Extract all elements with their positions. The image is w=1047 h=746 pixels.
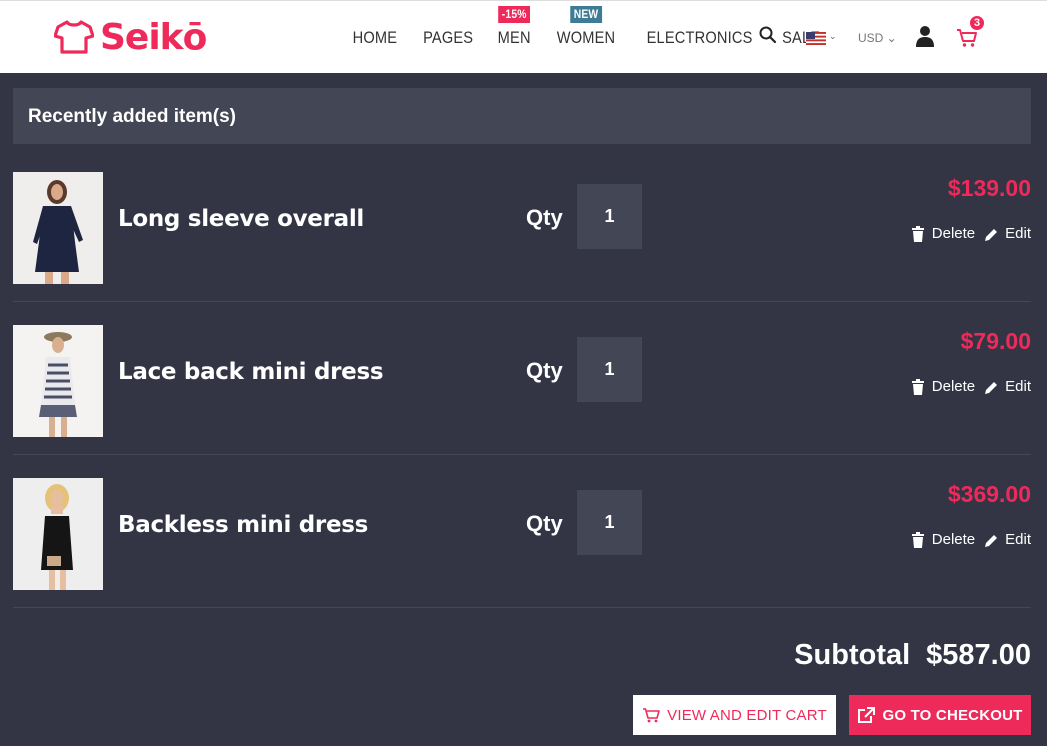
nav-men[interactable]: -15% MEN bbox=[490, 6, 538, 48]
edit-button[interactable]: Edit bbox=[984, 531, 1031, 548]
nav-electronics-label: ELECTRONICS bbox=[646, 28, 753, 47]
nav-men-label: MEN bbox=[497, 28, 531, 47]
product-photo-icon bbox=[13, 478, 103, 590]
quantity-value: 1 bbox=[604, 206, 615, 226]
search-icon[interactable] bbox=[758, 25, 778, 45]
edit-label: Edit bbox=[1005, 225, 1031, 242]
nav-home-label: HOME bbox=[352, 28, 398, 47]
delete-button[interactable]: Delete bbox=[911, 531, 975, 548]
site-header: Seikō HOME PAGES -15% MEN NEW WOMEN ELEC… bbox=[0, 0, 1047, 73]
qty-label: Qty bbox=[526, 205, 563, 230]
item-actions: Delete Edit bbox=[902, 378, 1031, 395]
logo-text: Seikō bbox=[100, 16, 207, 58]
nav-electronics[interactable]: ELECTRONICS bbox=[638, 28, 759, 48]
us-flag-icon[interactable] bbox=[806, 32, 826, 45]
trash-icon bbox=[911, 531, 924, 548]
edit-button[interactable]: Edit bbox=[984, 378, 1031, 395]
subtotal: Subtotal $587.00 bbox=[794, 639, 1031, 672]
delete-button[interactable]: Delete bbox=[911, 225, 975, 242]
delete-label: Delete bbox=[931, 378, 976, 395]
nav-women-label: WOMEN bbox=[556, 28, 615, 47]
product-name[interactable]: Lace back mini dress bbox=[118, 359, 384, 385]
nav-women[interactable]: NEW WOMEN bbox=[549, 6, 623, 48]
pencil-icon bbox=[985, 534, 998, 547]
qty-label: Qty bbox=[526, 358, 563, 383]
cart-item: Backless mini dress Qty 1 $369.00 Delete… bbox=[13, 455, 1031, 608]
product-image[interactable] bbox=[13, 172, 103, 284]
external-link-icon bbox=[858, 707, 876, 723]
qty-label: Qty bbox=[526, 511, 563, 536]
item-actions: Delete Edit bbox=[902, 225, 1031, 242]
edit-label: Edit bbox=[1005, 378, 1031, 395]
mini-cart-header: Recently added item(s) bbox=[13, 88, 1031, 144]
checkout-button[interactable]: GO TO CHECKOUT bbox=[849, 695, 1031, 735]
chevron-down-icon[interactable]: ⌄ bbox=[829, 31, 837, 42]
nav-pages[interactable]: PAGES bbox=[415, 28, 481, 48]
delete-label: Delete bbox=[931, 225, 976, 242]
product-image[interactable] bbox=[13, 325, 103, 437]
quantity-input[interactable]: 1 bbox=[577, 337, 642, 402]
pencil-icon bbox=[985, 228, 998, 241]
nav-pages-label: PAGES bbox=[422, 28, 474, 47]
currency-label: USD bbox=[858, 31, 884, 45]
mini-cart-title: Recently added item(s) bbox=[28, 106, 236, 127]
pencil-icon bbox=[985, 381, 998, 394]
subtotal-label: Subtotal bbox=[794, 639, 911, 671]
currency-selector[interactable]: USD ⌄ bbox=[858, 31, 897, 45]
product-price: $79.00 bbox=[960, 328, 1031, 354]
quantity-input[interactable]: 1 bbox=[577, 490, 642, 555]
product-price: $369.00 bbox=[947, 481, 1031, 507]
delete-button[interactable]: Delete bbox=[911, 378, 975, 395]
user-icon[interactable] bbox=[916, 25, 934, 47]
discount-badge: -15% bbox=[498, 6, 531, 23]
checkout-label: GO TO CHECKOUT bbox=[882, 706, 1023, 724]
view-edit-cart-button[interactable]: VIEW AND EDIT CART bbox=[633, 695, 836, 735]
product-price: $139.00 bbox=[947, 175, 1031, 201]
trash-icon bbox=[911, 378, 924, 395]
cart-item: Long sleeve overall Qty 1 $139.00 Delete… bbox=[13, 149, 1031, 302]
edit-button[interactable]: Edit bbox=[984, 225, 1031, 242]
item-actions: Delete Edit bbox=[902, 531, 1031, 548]
view-edit-cart-label: VIEW AND EDIT CART bbox=[667, 706, 827, 724]
nav-home[interactable]: HOME bbox=[345, 28, 405, 48]
quantity-value: 1 bbox=[604, 512, 615, 532]
mini-cart-panel: Recently added item(s) Long sleeve overa… bbox=[0, 73, 1047, 746]
delete-label: Delete bbox=[931, 531, 976, 548]
quantity-input[interactable]: 1 bbox=[577, 184, 642, 249]
cart-item: Lace back mini dress Qty 1 $79.00 Delete… bbox=[13, 302, 1031, 455]
subtotal-value: $587.00 bbox=[926, 639, 1031, 671]
tshirt-icon bbox=[54, 20, 94, 54]
product-name[interactable]: Backless mini dress bbox=[118, 512, 368, 538]
product-name[interactable]: Long sleeve overall bbox=[118, 206, 364, 232]
cart-count-badge: 3 bbox=[968, 14, 986, 32]
product-photo-icon bbox=[13, 325, 103, 437]
trash-icon bbox=[911, 225, 924, 242]
quantity-value: 1 bbox=[604, 359, 615, 379]
new-badge: NEW bbox=[569, 6, 602, 23]
edit-label: Edit bbox=[1005, 531, 1031, 548]
product-image[interactable] bbox=[13, 478, 103, 590]
product-photo-icon bbox=[13, 172, 103, 284]
cart-icon bbox=[643, 708, 660, 723]
logo[interactable]: Seikō bbox=[54, 16, 207, 58]
